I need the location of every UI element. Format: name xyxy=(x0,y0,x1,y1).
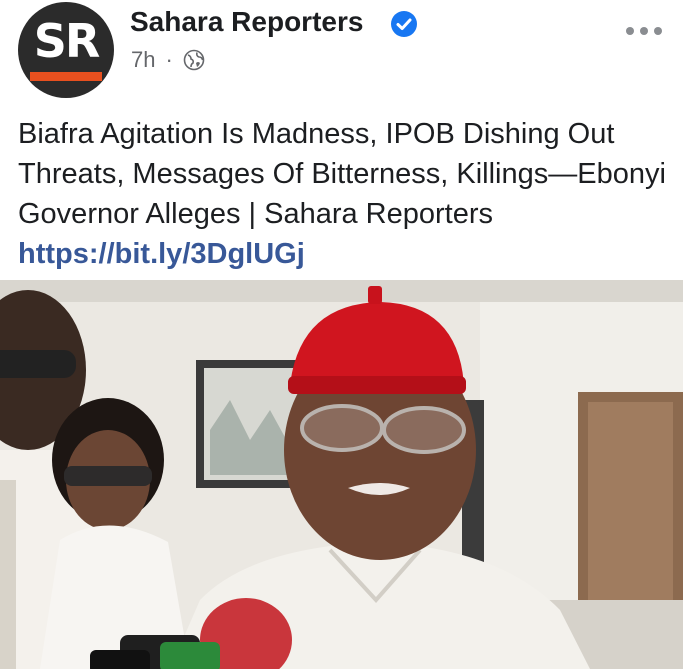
globe-icon[interactable] xyxy=(183,49,205,71)
photo-illustration xyxy=(0,280,683,669)
post-message: Biafra Agitation Is Madness, IPOB Dishin… xyxy=(18,114,668,274)
meta-separator: · xyxy=(165,47,173,72)
post-photo[interactable] xyxy=(0,280,683,669)
post-link[interactable]: https://bit.ly/3DglUGj xyxy=(18,238,305,270)
post-message-text: Biafra Agitation Is Madness, IPOB Dishin… xyxy=(18,118,666,230)
post-meta: 7h · xyxy=(131,46,205,74)
facebook-post: SR Sahara Reporters 7h · Biafra Agitatio… xyxy=(0,0,683,669)
more-options-icon[interactable] xyxy=(626,24,662,38)
avatar-initials: SR xyxy=(33,14,101,68)
avatar-accent-bar xyxy=(30,72,102,81)
page-name-link[interactable]: Sahara Reporters xyxy=(130,6,363,38)
verified-badge-icon xyxy=(391,11,417,37)
post-timestamp[interactable]: 7h xyxy=(131,47,155,73)
page-avatar[interactable]: SR xyxy=(18,2,114,98)
